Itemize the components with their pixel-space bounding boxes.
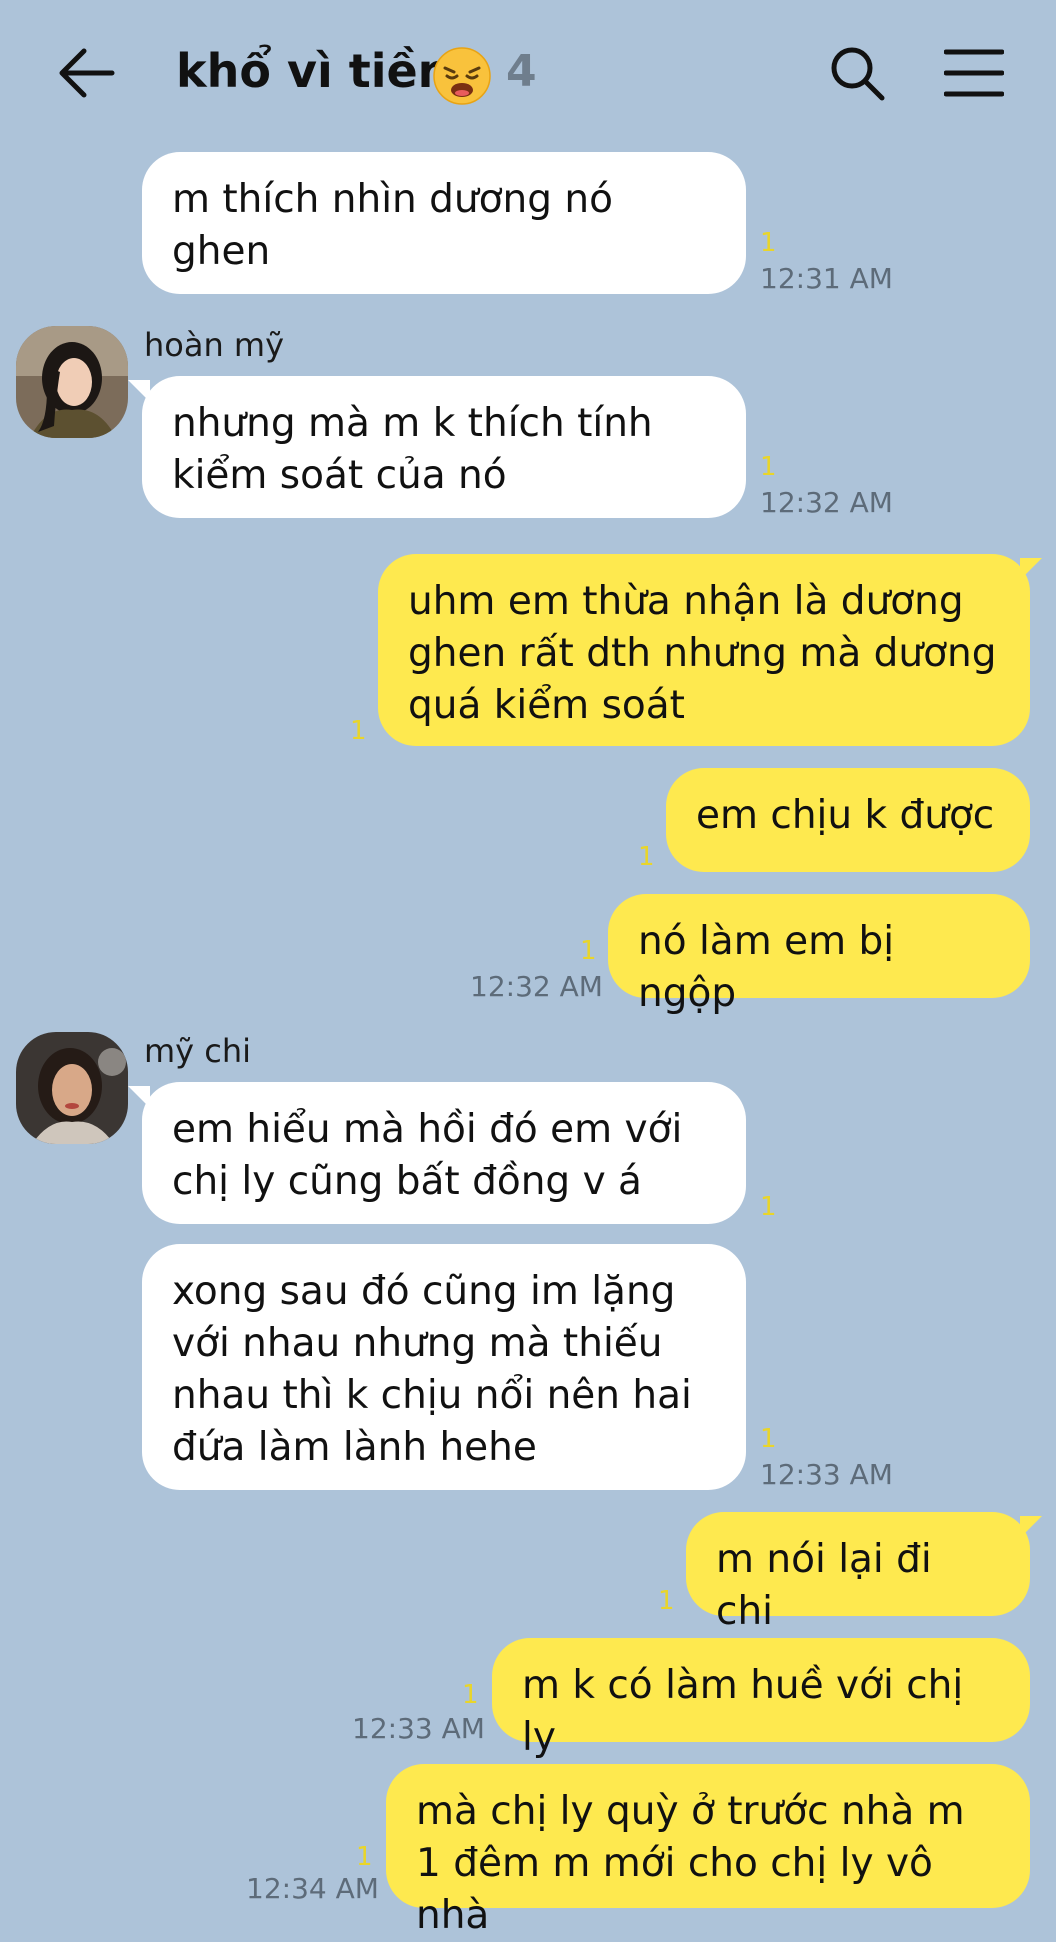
avatar[interactable]	[16, 326, 128, 438]
message-bubble-outgoing[interactable]: em chịu k được	[666, 768, 1030, 872]
message-text: nhưng mà m k thích tính kiểm soát của nó	[172, 401, 653, 498]
avatar-photo	[16, 326, 128, 438]
unread-count: 1	[760, 1424, 777, 1454]
message-text: xong sau đó cũng im lặng với nhau nhưng …	[172, 1269, 692, 1470]
back-arrow-icon[interactable]	[58, 46, 116, 100]
message-text: m thích nhìn dương nó ghen	[172, 177, 613, 274]
message-text: em hiểu mà hồi đó em với chị ly cũng bất…	[172, 1107, 683, 1204]
message-bubble-incoming[interactable]: nhưng mà m k thích tính kiểm soát của nó	[128, 376, 746, 518]
message-text: em chịu k được	[696, 793, 995, 838]
chat-header: khổ vì tiền 4	[0, 0, 1056, 150]
avatar-photo	[16, 1032, 128, 1144]
message-bubble-incoming[interactable]: em hiểu mà hồi đó em với chị ly cũng bất…	[128, 1082, 746, 1224]
unread-count: 1	[760, 1192, 777, 1222]
message-bubble-incoming[interactable]: m thích nhìn dương nó ghen	[142, 152, 746, 294]
message-time: 12:32 AM	[760, 486, 893, 519]
message-text: m k có làm huề với chị ly	[522, 1663, 964, 1760]
avatar[interactable]	[16, 1032, 128, 1144]
weary-face-emoji-icon	[433, 47, 491, 105]
message-text: uhm em thừa nhận là dương ghen rất dth n…	[408, 579, 997, 728]
message-text: nó làm em bị ngộp	[638, 919, 895, 1016]
unread-count: 1	[638, 842, 655, 872]
hamburger-menu-icon[interactable]	[944, 48, 1004, 98]
message-bubble-outgoing[interactable]: mà chị ly quỳ ở trước nhà m 1 đêm m mới …	[386, 1764, 1030, 1938]
message-bubble-incoming[interactable]: xong sau đó cũng im lặng với nhau nhưng …	[142, 1244, 746, 1490]
message-time: 12:33 AM	[352, 1712, 485, 1745]
message-time: 12:32 AM	[470, 970, 603, 1003]
search-icon[interactable]	[828, 44, 886, 102]
message-bubble-outgoing[interactable]: m k có làm huề với chị ly	[492, 1638, 1030, 1760]
unread-count: 1	[658, 1586, 675, 1616]
unread-count: 1	[462, 1680, 479, 1710]
member-count: 4	[506, 46, 537, 97]
message-time: 12:34 AM	[246, 1872, 379, 1905]
message-time: 12:31 AM	[760, 262, 893, 295]
sender-name: hoàn mỹ	[144, 326, 285, 364]
message-text: mà chị ly quỳ ở trước nhà m 1 đêm m mới …	[416, 1789, 965, 1938]
message-time: 12:33 AM	[760, 1458, 893, 1491]
message-bubble-outgoing[interactable]: m nói lại đi chi	[686, 1512, 1042, 1634]
unread-count: 1	[760, 228, 777, 258]
unread-count: 1	[350, 716, 367, 746]
unread-count: 1	[760, 452, 777, 482]
unread-count: 1	[580, 936, 597, 966]
unread-count: 1	[356, 1842, 373, 1872]
message-bubble-outgoing[interactable]: nó làm em bị ngộp	[608, 894, 1030, 1016]
message-text: m nói lại đi chi	[716, 1537, 932, 1634]
message-bubble-outgoing[interactable]: uhm em thừa nhận là dương ghen rất dth n…	[378, 554, 1042, 746]
sender-name: mỹ chi	[144, 1032, 252, 1070]
chat-title: khổ vì tiền	[176, 44, 451, 98]
